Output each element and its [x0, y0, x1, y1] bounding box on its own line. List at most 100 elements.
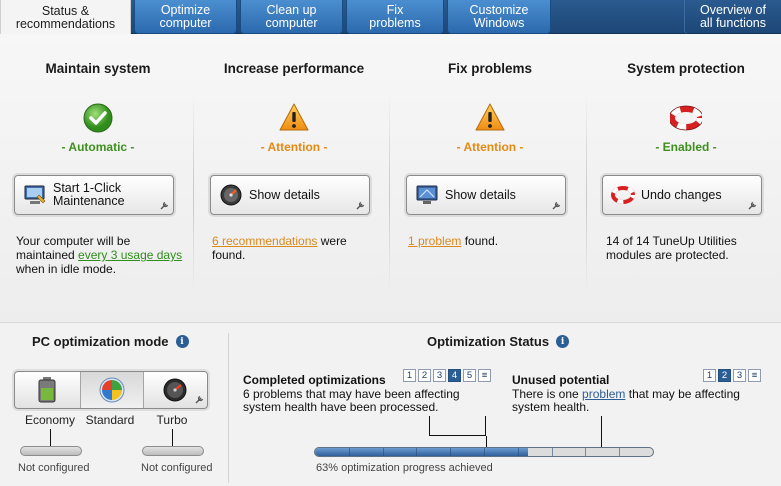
warning-icon: [279, 103, 309, 131]
problem-link[interactable]: problem: [582, 387, 625, 401]
check-shield-icon: [83, 103, 113, 133]
lifebuoy-icon: [670, 105, 702, 131]
maintenance-description: Your computer will be maintained every 3…: [16, 234, 186, 276]
tab-fix-problems[interactable]: Fix problems: [346, 0, 444, 34]
progress-segment-divider: [348, 448, 350, 456]
progress-segment-divider: [416, 448, 418, 456]
tab-bar: Status & recommendations Optimize comput…: [0, 0, 781, 35]
unused-potential-text: There is one problem that may be affecti…: [512, 388, 774, 414]
progress-segment-divider: [450, 448, 452, 456]
undo-changes-button[interactable]: Undo changes: [602, 175, 762, 215]
computer-icon: [24, 185, 46, 204]
optimization-mode-selector: [14, 371, 208, 409]
unused-connector: [601, 416, 602, 447]
start-1-click-maintenance-button[interactable]: Start 1-Click Maintenance: [14, 175, 174, 215]
recommendations-link[interactable]: 6 recommendations: [212, 234, 317, 248]
status-panel: Maintain system - Automatic - Start 1-Cl…: [0, 34, 781, 322]
desc-text: 14 of 14 TuneUp Utilities modules are pr…: [606, 234, 737, 262]
optimization-status-title: Optimization Status i: [427, 334, 570, 349]
info-icon[interactable]: i: [556, 335, 570, 348]
turbo-gauge-icon: [163, 378, 187, 402]
tab-label: Overview of all functions: [699, 3, 766, 30]
page-button[interactable]: 1: [403, 369, 416, 382]
tab-overview-all-functions[interactable]: Overview of all functions: [684, 0, 781, 34]
pc-optimization-mode-title: PC optimization mode i: [32, 334, 189, 349]
wrench-icon: [160, 201, 169, 210]
tab-optimize-computer[interactable]: Optimize computer: [134, 0, 237, 34]
speedometer-icon: [220, 184, 242, 206]
desc-text: found.: [461, 234, 499, 248]
protection-description: 14 of 14 TuneUp Utilities modules are pr…: [606, 234, 776, 262]
page-button[interactable]: 1: [703, 369, 716, 382]
economy-config-switch[interactable]: [20, 446, 82, 456]
turbo-config-switch[interactable]: [142, 446, 204, 456]
warning-icon: [475, 103, 505, 131]
tab-status-recommendations[interactable]: Status & recommendations: [0, 0, 131, 35]
economy-mode-button[interactable]: [15, 372, 79, 408]
title-text: PC optimization mode: [32, 334, 169, 349]
optimization-panel: PC optimization mode i Economy Standard …: [0, 322, 781, 486]
progress-segment-divider: [619, 448, 621, 456]
battery-icon: [38, 377, 56, 403]
economy-connector: [50, 429, 51, 446]
info-icon[interactable]: i: [175, 335, 189, 348]
progress-text: 63% optimization progress achieved: [316, 462, 493, 474]
unused-potential-title: Unused potential: [512, 373, 610, 387]
status-text: - Enabled -: [655, 140, 717, 154]
monitor-icon: [416, 185, 438, 204]
economy-label: Economy: [24, 413, 76, 427]
section-title: Maintain system: [45, 61, 151, 76]
completed-optimizations-text: 6 problems that may have been affecting …: [243, 387, 460, 414]
tab-label: Fix problems: [369, 2, 421, 30]
usage-days-link[interactable]: every 3 usage days: [78, 248, 182, 262]
progress-segment-divider: [517, 448, 519, 456]
section-divider: [228, 333, 229, 483]
page-button[interactable]: 3: [433, 369, 446, 382]
optimization-progress-bar: [314, 447, 654, 457]
tab-label: Optimize computer: [159, 2, 212, 30]
status-text: - Automatic -: [61, 140, 135, 154]
tab-label: Customize Windows: [469, 2, 529, 30]
desc-text: when in idle mode.: [16, 262, 117, 276]
desc-text: There is one: [512, 387, 583, 401]
page-button-selected[interactable]: 2: [718, 369, 731, 382]
progress-segment-divider: [484, 448, 485, 456]
economy-status: Not configured: [18, 462, 90, 474]
progress-fill: [315, 448, 528, 456]
completed-pager: 1 2 3 4 5 ≡: [403, 369, 491, 382]
problem-count-link[interactable]: 1 problem: [408, 234, 461, 248]
completed-optimizations-title: Completed optimizations: [243, 373, 386, 387]
tab-customize-windows[interactable]: Customize Windows: [447, 0, 551, 34]
tab-clean-up-computer[interactable]: Clean up computer: [240, 0, 343, 34]
page-button[interactable]: 3: [733, 369, 746, 382]
tab-label: Status & recommendations: [15, 3, 116, 31]
progress-segment-divider: [551, 448, 553, 456]
standard-mode-button[interactable]: [80, 372, 144, 408]
progress-segment-divider: [585, 448, 587, 456]
section-title: Increase performance: [223, 61, 365, 76]
list-view-icon[interactable]: ≡: [748, 369, 761, 382]
page-button-selected[interactable]: 4: [448, 369, 461, 382]
turbo-connector: [172, 429, 173, 446]
completed-connector: [429, 416, 486, 436]
button-label: Start 1-Click Maintenance: [53, 181, 125, 208]
windows-logo-icon: [99, 377, 125, 403]
fix-problems-section: Fix problems - Attention - Show details …: [392, 34, 588, 322]
performance-description: 6 recommendations were found.: [212, 234, 382, 262]
increase-performance-section: Increase performance - Attention - Show …: [196, 34, 392, 322]
standard-label: Standard: [85, 413, 135, 427]
wrench-icon: [552, 201, 561, 210]
show-details-problems-button[interactable]: Show details: [406, 175, 566, 215]
list-view-icon[interactable]: ≡: [478, 369, 491, 382]
page-button[interactable]: 2: [418, 369, 431, 382]
turbo-status: Not configured: [141, 462, 213, 474]
system-protection-section: System protection - Enabled - Undo chang…: [588, 34, 781, 322]
button-label: Show details: [445, 187, 516, 202]
progress-segment-divider: [382, 448, 384, 456]
problems-description: 1 problem found.: [408, 234, 578, 248]
column-divider: [586, 94, 587, 294]
show-details-performance-button[interactable]: Show details: [210, 175, 370, 215]
button-label: Undo changes: [641, 187, 722, 202]
wrench-icon: [356, 201, 365, 210]
page-button[interactable]: 5: [463, 369, 476, 382]
